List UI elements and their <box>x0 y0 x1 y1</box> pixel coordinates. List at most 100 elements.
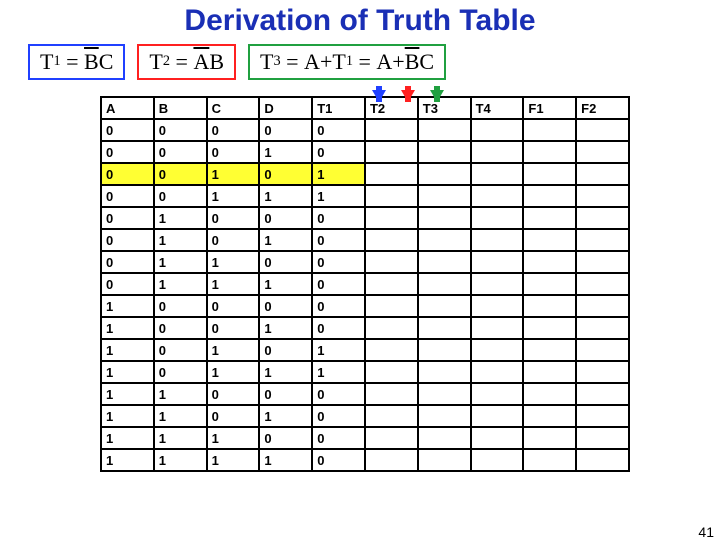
f3-tail: C <box>419 50 434 74</box>
table-cell: 1 <box>101 383 154 405</box>
formula-t1: T 1 = B C <box>28 44 125 80</box>
formula-t3: T 3 = A+T1 = A+BC <box>248 44 446 80</box>
table-row: 10000 <box>101 295 629 317</box>
table-cell <box>523 383 576 405</box>
table-cell: 0 <box>207 383 260 405</box>
table-cell: 1 <box>259 273 312 295</box>
table-cell: 0 <box>312 229 365 251</box>
table-cell <box>471 229 524 251</box>
table-cell <box>365 361 418 383</box>
col-header: A <box>101 97 154 119</box>
table-cell: 1 <box>312 163 365 185</box>
table-cell <box>523 141 576 163</box>
table-cell: 0 <box>259 119 312 141</box>
table-cell <box>365 339 418 361</box>
table-cell <box>418 449 471 471</box>
table-cell <box>523 251 576 273</box>
table-cell: 1 <box>207 273 260 295</box>
table-cell <box>576 295 629 317</box>
table-cell: 1 <box>154 207 207 229</box>
table-row: 00101 <box>101 163 629 185</box>
table-cell: 0 <box>312 251 365 273</box>
f2-lhs: T <box>149 50 162 74</box>
table-cell: 1 <box>154 273 207 295</box>
col-header: F2 <box>576 97 629 119</box>
table-cell: 0 <box>154 185 207 207</box>
table-cell <box>365 405 418 427</box>
table-cell: 0 <box>207 405 260 427</box>
table-cell <box>576 185 629 207</box>
table-cell: 1 <box>259 449 312 471</box>
f1-sub: 1 <box>53 54 60 70</box>
table-cell <box>418 405 471 427</box>
table-cell: 1 <box>207 185 260 207</box>
table-cell: 0 <box>207 229 260 251</box>
f1-tail: C <box>99 50 114 74</box>
truth-table: ABCDT1T2T3T4F1F2 00000000100010100111010… <box>100 96 630 472</box>
col-header: C <box>207 97 260 119</box>
table-cell <box>576 427 629 449</box>
table-cell: 0 <box>207 207 260 229</box>
table-cell <box>365 185 418 207</box>
table-cell <box>523 317 576 339</box>
table-cell <box>471 295 524 317</box>
table-cell: 1 <box>207 339 260 361</box>
table-cell <box>471 317 524 339</box>
f3-a1: A <box>304 50 320 74</box>
table-row: 00000 <box>101 119 629 141</box>
table-cell <box>471 273 524 295</box>
table-cell <box>418 185 471 207</box>
f3-lhs: T <box>260 50 273 74</box>
table-cell: 0 <box>259 207 312 229</box>
table-cell: 1 <box>154 251 207 273</box>
table-cell: 0 <box>101 141 154 163</box>
table-cell: 0 <box>207 119 260 141</box>
table-cell: 1 <box>101 361 154 383</box>
table-cell: 0 <box>207 295 260 317</box>
table-cell <box>523 339 576 361</box>
table-cell: 1 <box>154 229 207 251</box>
table-cell: 0 <box>101 185 154 207</box>
f3-t1s: 1 <box>346 54 353 70</box>
table-cell <box>471 427 524 449</box>
table-cell <box>365 317 418 339</box>
f2-tail: B <box>209 50 224 74</box>
table-row: 11110 <box>101 449 629 471</box>
formula-row: T 1 = B C T 2 = A B T 3 = A+T1 = A+BC <box>28 44 720 80</box>
table-cell <box>576 119 629 141</box>
table-cell: 1 <box>101 295 154 317</box>
table-cell <box>418 251 471 273</box>
f3-sub: 3 <box>273 54 280 70</box>
table-cell: 0 <box>312 207 365 229</box>
table-cell <box>418 427 471 449</box>
table-cell: 1 <box>101 427 154 449</box>
table-row: 01110 <box>101 273 629 295</box>
table-cell: 0 <box>259 383 312 405</box>
table-cell: 1 <box>259 317 312 339</box>
table-cell: 1 <box>312 185 365 207</box>
table-cell <box>523 185 576 207</box>
table-cell: 1 <box>207 361 260 383</box>
table-cell: 1 <box>259 185 312 207</box>
table-cell <box>576 317 629 339</box>
table-cell <box>365 427 418 449</box>
table-cell <box>418 383 471 405</box>
f2-ov: A <box>193 50 209 74</box>
table-row: 01000 <box>101 207 629 229</box>
table-cell <box>471 405 524 427</box>
table-cell: 0 <box>312 295 365 317</box>
table-cell: 0 <box>312 449 365 471</box>
table-cell: 0 <box>259 251 312 273</box>
table-cell <box>418 273 471 295</box>
table-cell <box>471 185 524 207</box>
table-cell: 1 <box>154 427 207 449</box>
table-cell: 0 <box>312 427 365 449</box>
table-cell: 1 <box>259 405 312 427</box>
table-row: 10111 <box>101 361 629 383</box>
table-cell: 1 <box>154 405 207 427</box>
table-cell: 0 <box>207 141 260 163</box>
table-cell: 1 <box>312 361 365 383</box>
table-cell <box>365 163 418 185</box>
table-cell: 1 <box>207 449 260 471</box>
table-cell <box>471 361 524 383</box>
